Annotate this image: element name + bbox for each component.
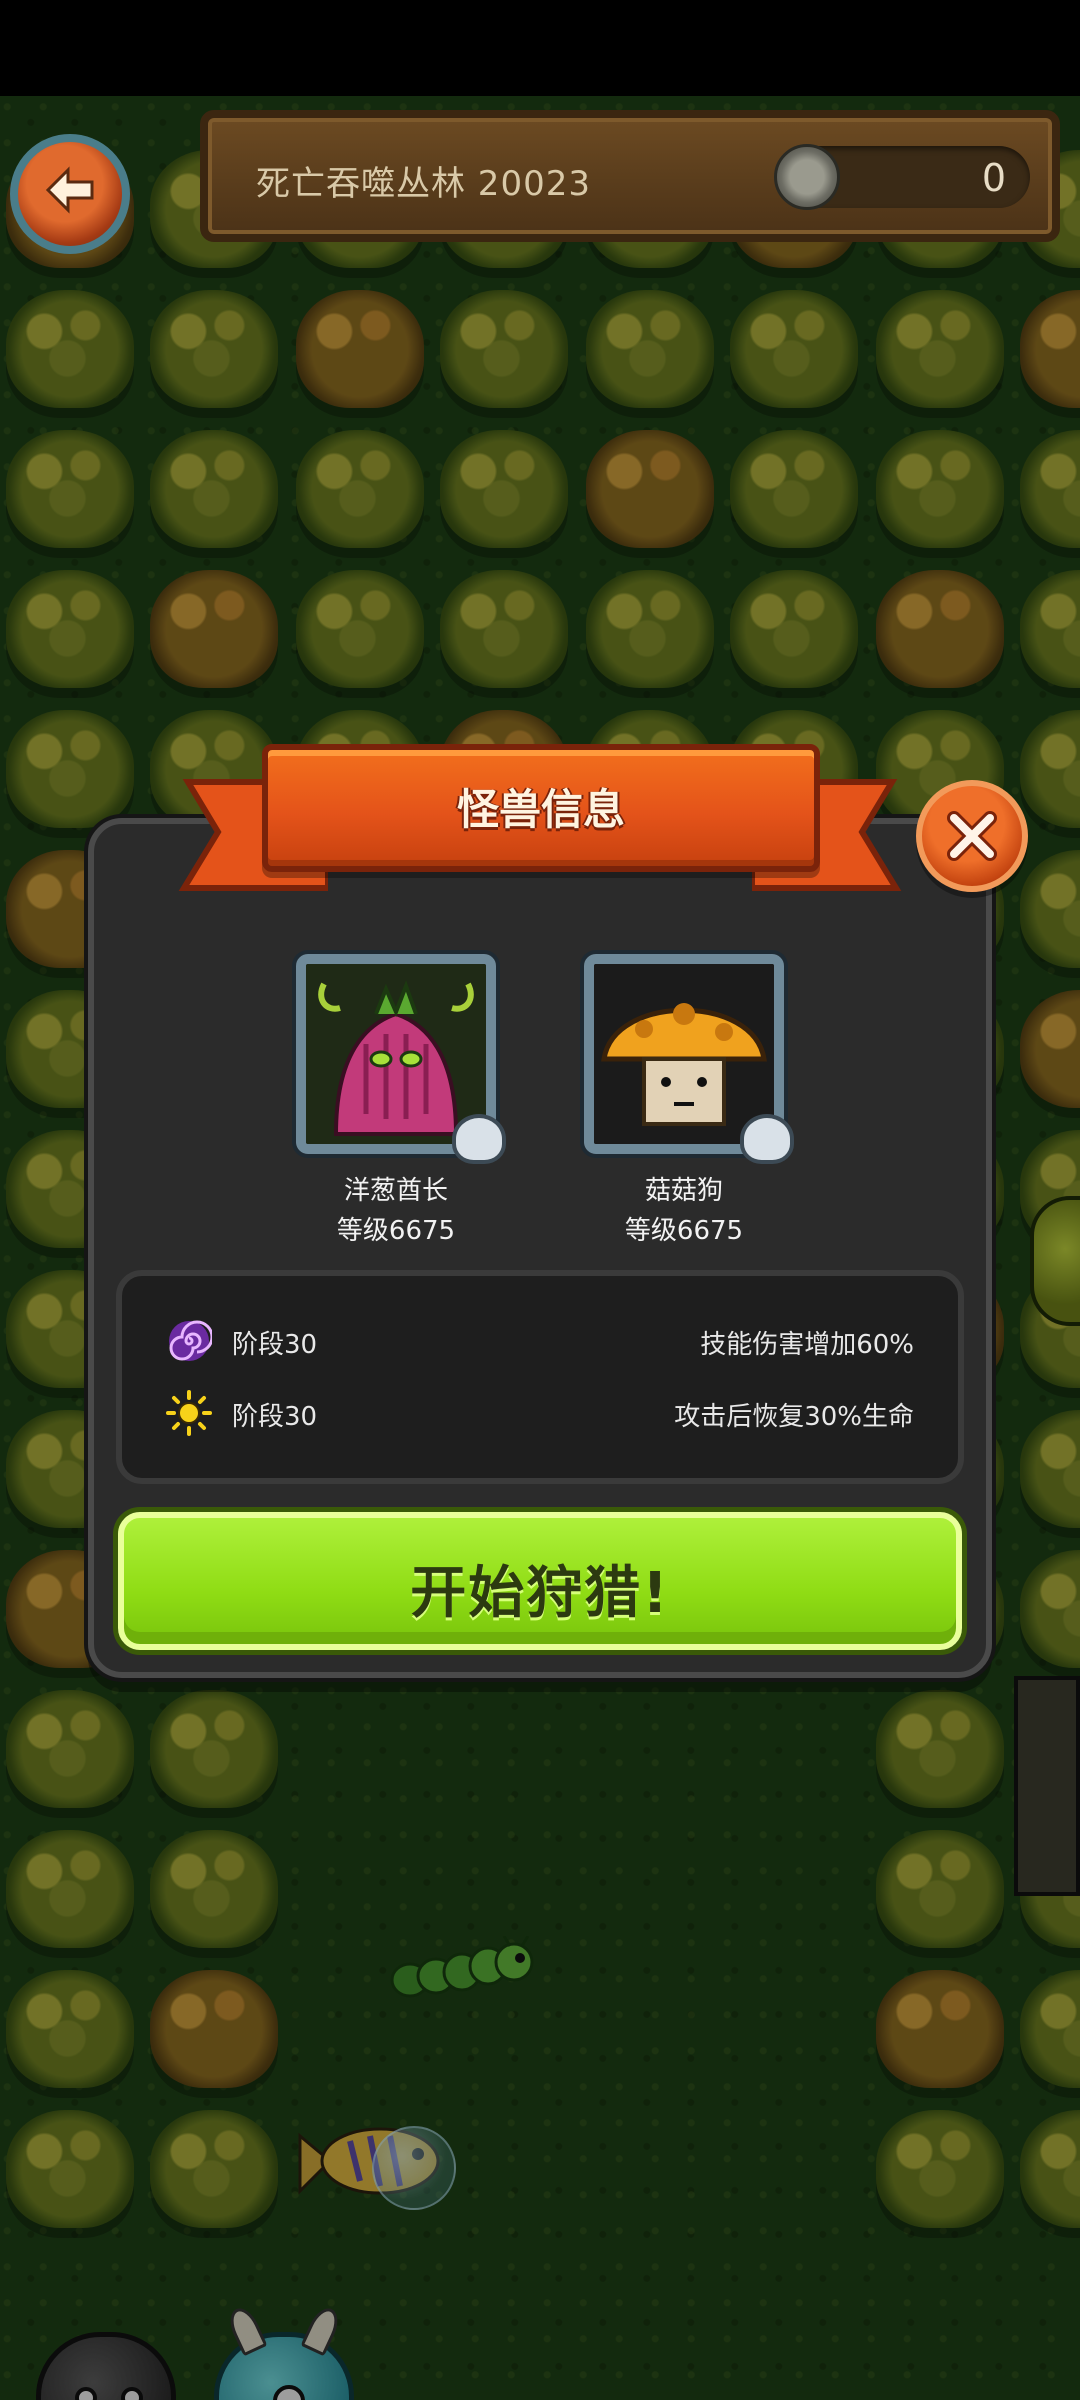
stage-label: 阶段30 (232, 1330, 318, 1360)
dialog-title: 怪兽信息 (456, 785, 625, 834)
stage-effect: 攻击后恢复30%生命 (674, 1402, 914, 1432)
dialog-title-ribbon: 怪兽信息 (262, 744, 820, 872)
stage-effect: 技能伤害增加60% (700, 1330, 914, 1360)
start-hunt-button[interactable]: 开始狩猎! (118, 1512, 962, 1650)
level-banner: 死亡吞噬丛林 20023 0 (200, 110, 1060, 242)
stage-row: 阶段30 攻击后恢复30%生命 (166, 1388, 914, 1438)
sun-icon (166, 1390, 212, 1436)
monster-level: 等级6675 (624, 1216, 744, 1246)
coin-count: 0 (981, 156, 1006, 200)
back-arrow-icon (45, 166, 94, 214)
stage-row: 阶段30 技能伤害增加60% (166, 1316, 914, 1366)
close-icon (947, 811, 997, 861)
monster-level: 等级6675 (336, 1216, 456, 1246)
monster-name: 洋葱酋长 (343, 1176, 448, 1206)
level-name: 死亡吞噬丛林 20023 (256, 164, 591, 204)
stage-label: 阶段30 (232, 1402, 318, 1432)
skull-icon (452, 1114, 506, 1164)
coin-counter: 0 (774, 144, 1030, 210)
monster-name: 菇菇狗 (644, 1176, 723, 1206)
monster-card-onion-chief[interactable] (296, 954, 506, 1164)
onion-chief-portrait-icon (306, 964, 486, 1144)
skull-icon (740, 1114, 794, 1164)
close-button[interactable] (916, 780, 1028, 892)
mushroom-dog-portrait-icon (594, 964, 774, 1144)
stage-effects-panel: 阶段30 技能伤害增加60% 阶段30 攻击后恢复30%生命 (116, 1270, 964, 1484)
start-hunt-label: 开始狩猎! (410, 1561, 670, 1626)
coin-icon (774, 144, 840, 210)
monster-card-mushroom-dog[interactable] (584, 954, 794, 1164)
purple-swirl-icon (169, 1320, 212, 1361)
back-button[interactable] (10, 134, 130, 254)
